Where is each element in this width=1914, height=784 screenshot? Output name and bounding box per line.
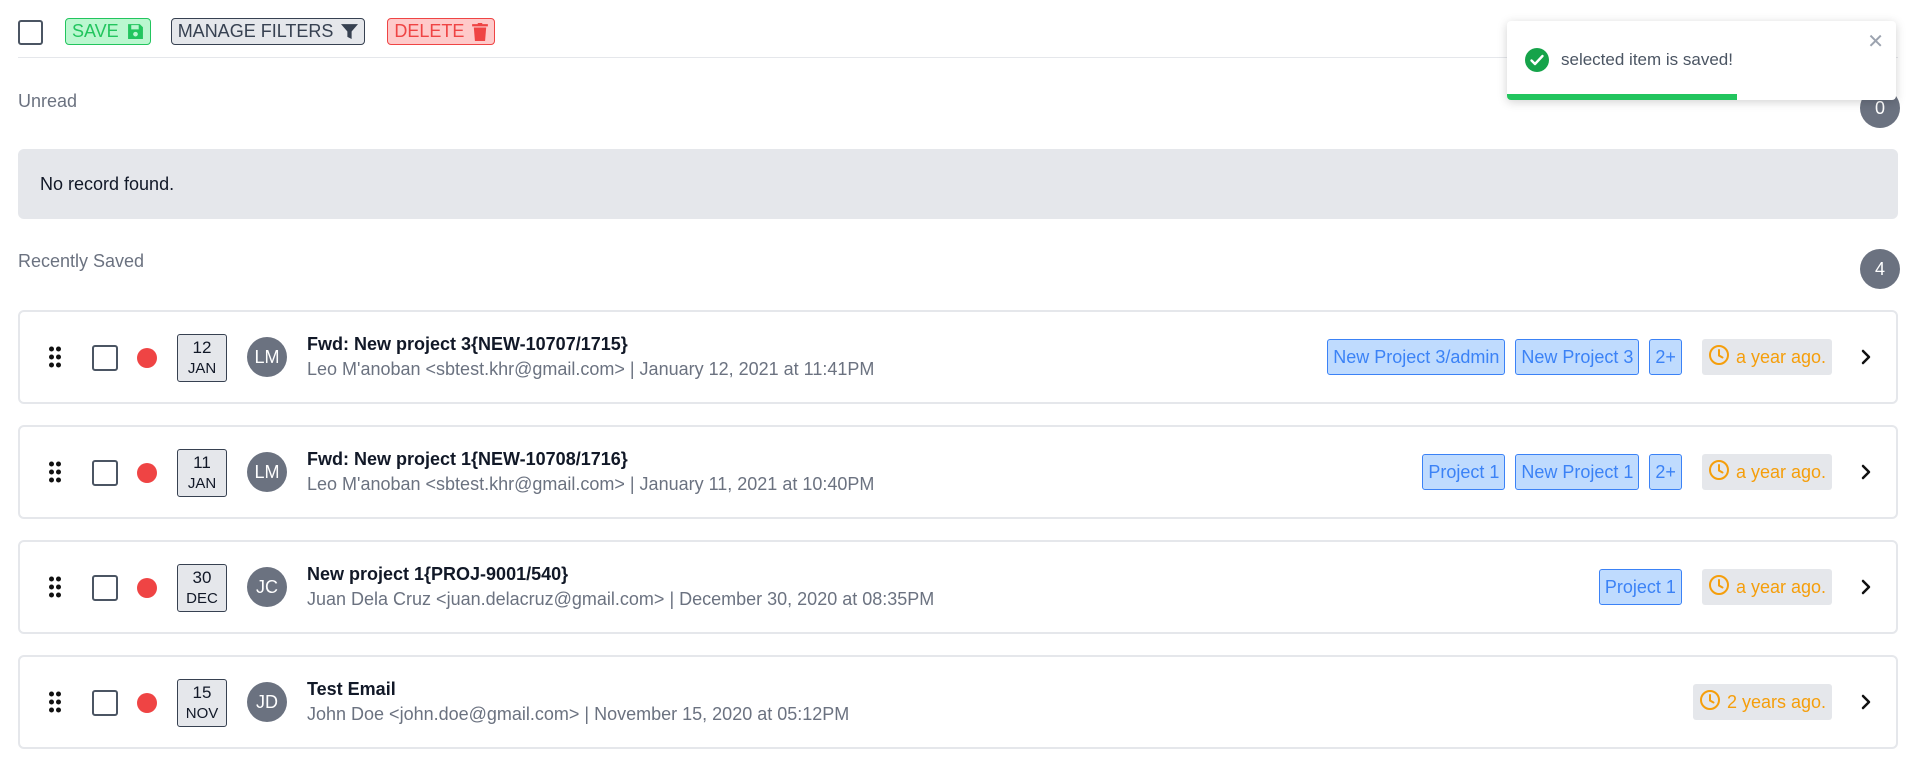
unread-dot [137, 693, 157, 713]
date-month: DEC [186, 590, 218, 607]
check-circle-icon [1525, 48, 1549, 77]
toast-progress-bar [1507, 94, 1737, 100]
project-tag[interactable]: New Project 3/admin [1327, 339, 1506, 375]
project-tag[interactable]: 2+ [1649, 339, 1682, 375]
delete-button[interactable]: DELETE [387, 18, 496, 45]
trash-icon [472, 22, 489, 41]
manage-filters-label: MANAGE FILTERS [177, 21, 334, 41]
date-month: NOV [185, 705, 219, 722]
drag-handle-icon[interactable] [48, 461, 62, 488]
unread-dot [137, 578, 157, 598]
date-badge: 12 JAN [177, 334, 227, 382]
email-meta: Juan Dela Cruz <juan.delacruz@gmail.com>… [307, 589, 935, 609]
row-tags: 2 years ago. [1683, 684, 1832, 720]
recent-section-title: Recently Saved [18, 251, 145, 271]
date-day: 12 [192, 338, 212, 357]
time-ago-text: 2 years ago. [1726, 691, 1826, 712]
select-all-checkbox[interactable] [18, 20, 43, 45]
row-tags: Project 1 a year ago. [1598, 569, 1832, 605]
row-checkbox[interactable] [92, 690, 118, 716]
save-button[interactable]: SAVE [65, 18, 151, 45]
project-tag[interactable]: 2+ [1649, 454, 1682, 490]
time-ago-badge: a year ago. [1701, 569, 1832, 605]
avatar: JC [247, 567, 287, 607]
toast-message: selected item is saved! [1561, 50, 1733, 69]
funnel-icon [341, 23, 359, 40]
clock-icon [1708, 344, 1730, 371]
project-tag[interactable]: Project 1 [1422, 454, 1506, 490]
date-day: 15 [192, 683, 212, 702]
unread-dot [137, 463, 157, 483]
time-ago-badge: a year ago. [1701, 339, 1832, 375]
email-row[interactable]: 11 JAN LM Fwd: New project 1{NEW-10708/1716… [18, 425, 1898, 519]
project-tag[interactable]: Project 1 [1598, 569, 1682, 605]
email-row[interactable]: 30 DEC JC New project 1{PROJ-9001/540} Juan … [18, 540, 1898, 634]
time-ago-text: a year ago. [1735, 461, 1826, 482]
email-meta: Leo M'anoban <sbtest.khr@gmail.com> | Ja… [307, 474, 875, 494]
unread-section-title: Unread [18, 91, 78, 111]
recent-count-badge: 4 [1860, 249, 1900, 289]
clock-icon [1708, 574, 1730, 601]
drag-handle-icon[interactable] [48, 691, 62, 718]
drag-handle-icon[interactable] [48, 576, 62, 603]
floppy-disk-icon [127, 23, 144, 40]
email-subject[interactable]: Fwd: New project 1{NEW-10708/1716} [307, 449, 628, 470]
row-checkbox[interactable] [92, 345, 118, 371]
email-subject[interactable]: Test Email [307, 679, 396, 700]
row-checkbox[interactable] [92, 460, 118, 486]
manage-filters-button[interactable]: MANAGE FILTERS [170, 18, 366, 45]
row-checkbox[interactable] [92, 575, 118, 601]
toast-notification: selected item is saved! ✕ [1507, 21, 1896, 100]
date-day: 30 [192, 568, 212, 587]
email-meta: John Doe <john.doe@gmail.com> | November… [307, 704, 850, 724]
chevron-right-icon[interactable] [1860, 348, 1872, 371]
date-day: 11 [193, 453, 211, 472]
time-ago-text: a year ago. [1735, 576, 1826, 597]
time-ago-badge: a year ago. [1701, 454, 1832, 490]
row-tags: Project 1 New Project 1 2+ a year ago. [1422, 454, 1832, 490]
empty-state-text: No record found. [40, 173, 175, 194]
row-tags: New Project 3/admin New Project 3 2+ a year… [1327, 339, 1832, 375]
date-badge: 11 JAN [177, 449, 227, 497]
empty-state: No record found. [18, 149, 1898, 219]
email-subject[interactable]: Fwd: New project 3{NEW-10707/1715} [307, 334, 628, 355]
chevron-right-icon[interactable] [1860, 578, 1872, 601]
date-month: JAN [187, 360, 217, 377]
time-ago-text: a year ago. [1735, 346, 1826, 367]
email-row[interactable]: 12 JAN LM Fwd: New project 3{NEW-10707/1715… [18, 310, 1898, 404]
clock-icon [1699, 689, 1721, 716]
chevron-right-icon[interactable] [1860, 463, 1872, 486]
clock-icon [1708, 459, 1730, 486]
time-ago-badge: 2 years ago. [1692, 684, 1832, 720]
unread-dot [137, 348, 157, 368]
avatar: LM [247, 337, 287, 377]
chevron-right-icon[interactable] [1860, 693, 1872, 716]
drag-handle-icon[interactable] [48, 346, 62, 373]
email-row[interactable]: 15 NOV JD Test Email John Doe <john.doe@gmai… [18, 655, 1898, 749]
date-badge: 15 NOV [177, 679, 227, 727]
email-subject[interactable]: New project 1{PROJ-9001/540} [307, 564, 568, 585]
avatar: JD [247, 682, 287, 722]
date-badge: 30 DEC [177, 564, 227, 612]
date-month: JAN [187, 475, 217, 492]
close-icon[interactable]: ✕ [1867, 32, 1884, 52]
email-meta: Leo M'anoban <sbtest.khr@gmail.com> | Ja… [307, 359, 875, 379]
project-tag[interactable]: New Project 3 [1515, 339, 1640, 375]
avatar: LM [247, 452, 287, 492]
delete-button-label: DELETE [394, 21, 465, 41]
project-tag[interactable]: New Project 1 [1515, 454, 1640, 490]
save-button-label: SAVE [72, 21, 119, 41]
